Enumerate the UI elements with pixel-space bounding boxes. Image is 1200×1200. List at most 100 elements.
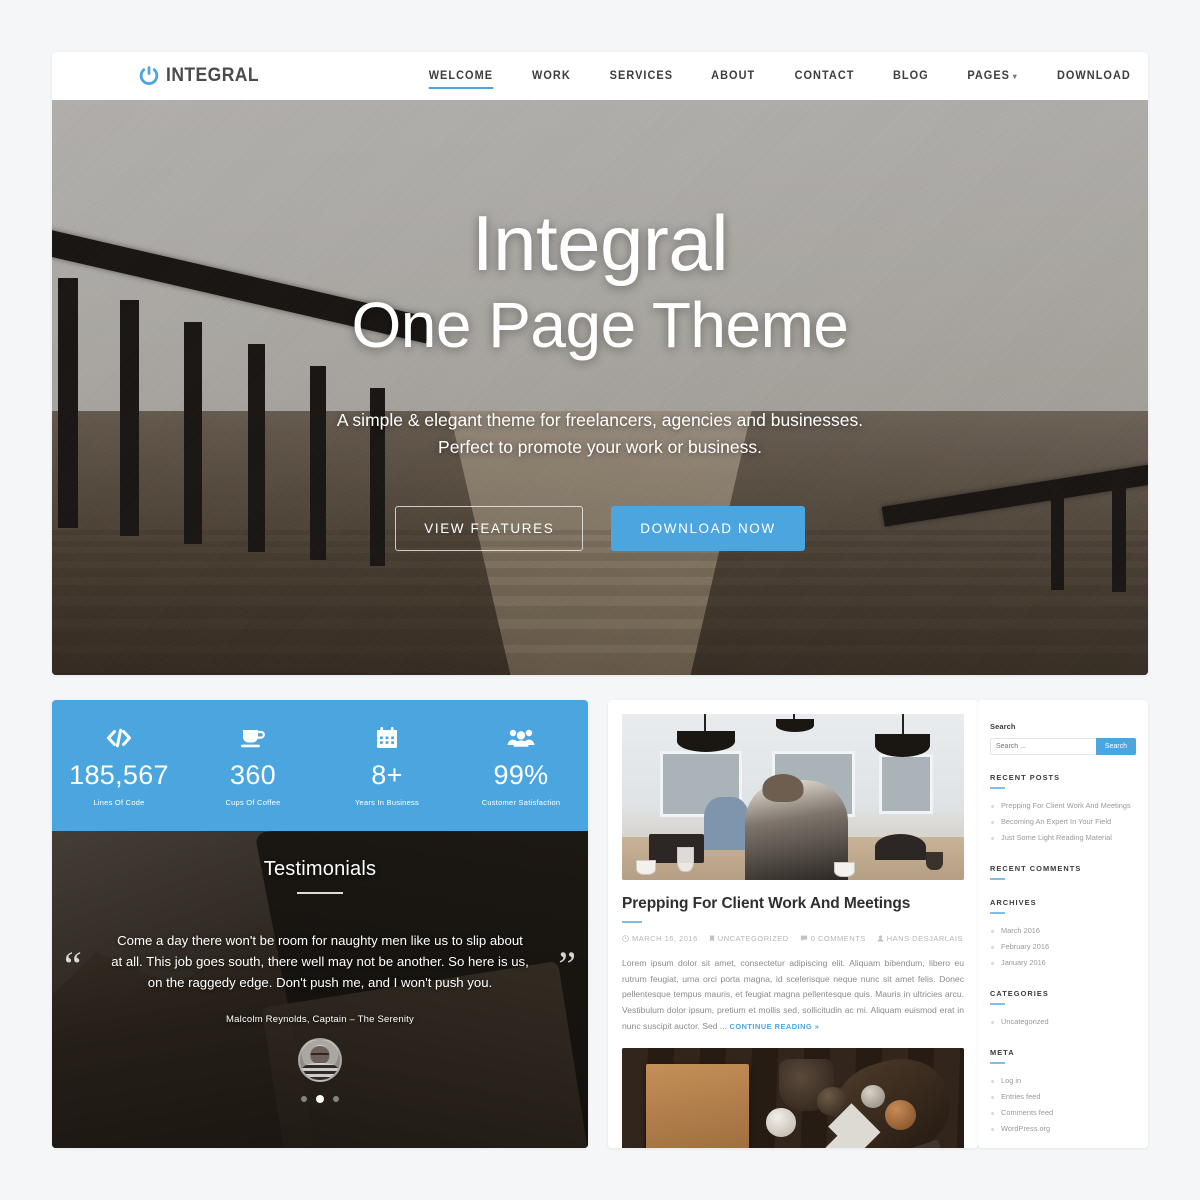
calendar-icon: [320, 725, 454, 751]
nav-item-services[interactable]: SERVICES: [592, 70, 690, 82]
stat-label: Customer Satisfaction: [481, 797, 561, 807]
stat-customer-satisfaction: 99% Customer Satisfaction: [454, 725, 588, 807]
continue-reading-link[interactable]: CONTINUE READING »: [729, 1022, 819, 1031]
list-item[interactable]: Uncategorized: [990, 1014, 1136, 1030]
stat-label: Years In Business: [354, 797, 419, 807]
page-root: INTEGRAL WELCOME WORK SERVICES ABOUT CON…: [0, 0, 1200, 1200]
archives-list: March 2016 February 2016 January 2016: [990, 923, 1136, 971]
excerpt-text: Lorem ipsum dolor sit amet, consectetur …: [622, 958, 964, 1031]
nav-label: WELCOME: [428, 70, 494, 82]
stat-years-in-business: 8+ Years In Business: [320, 725, 454, 807]
view-features-button[interactable]: VIEW FEATURES: [395, 506, 584, 552]
post-category[interactable]: UNCATEGORIZED: [709, 934, 789, 943]
carousel-dots: [110, 1094, 530, 1103]
hero-subtitle-line1: A simple & elegant theme for freelancers…: [336, 409, 864, 430]
widget-underline: [990, 787, 1005, 789]
nav-item-about[interactable]: ABOUT: [694, 70, 772, 82]
left-column-card: 185,567 Lines Of Code 360 Cups Of Coffee…: [52, 700, 588, 1148]
search-label: Search: [990, 722, 1016, 731]
nav-label: WORK: [531, 70, 571, 82]
comment-icon: [800, 935, 807, 942]
list-item[interactable]: Comments feed: [990, 1105, 1136, 1121]
post-featured-image[interactable]: [622, 714, 964, 880]
widget-underline: [990, 1003, 1005, 1005]
hero-buttons: VIEW FEATURES DOWNLOAD NOW: [52, 506, 1148, 552]
list-item[interactable]: February 2016: [990, 939, 1136, 955]
list-item[interactable]: Prepping For Client Work And Meetings: [990, 798, 1136, 814]
categories-list: Uncategorized: [990, 1014, 1136, 1030]
meta-comments-text: 0 COMMENTS: [810, 934, 866, 943]
clock-icon: [622, 935, 629, 942]
carousel-dot-3[interactable]: [333, 1095, 339, 1102]
testimonial-text: Come a day there won't be room for naugh…: [111, 932, 529, 991]
search-input[interactable]: [990, 738, 1096, 755]
avatar: [298, 1037, 342, 1082]
nav-item-welcome[interactable]: WELCOME: [412, 70, 511, 89]
carousel-dot-1[interactable]: [301, 1095, 307, 1102]
stat-value: 360: [230, 759, 276, 790]
list-item[interactable]: January 2016: [990, 955, 1136, 971]
meta-category-text: UNCATEGORIZED: [717, 934, 789, 943]
post-excerpt: Lorem ipsum dolor sit amet, consectetur …: [622, 956, 964, 1034]
hero-section: Integral One Page Theme A simple & elega…: [52, 100, 1148, 675]
site-logo[interactable]: INTEGRAL: [138, 65, 267, 87]
widget-heading-categories: CATEGORIES: [990, 989, 1049, 998]
list-item[interactable]: Entries feed: [990, 1089, 1136, 1105]
nav-item-blog[interactable]: BLOG: [876, 70, 946, 82]
nav-item-work[interactable]: WORK: [515, 70, 588, 82]
testimonials-content: Testimonials “ ” Come a day there won't …: [52, 831, 588, 1103]
stat-label: Cups Of Coffee: [225, 797, 281, 807]
title-underline: [297, 892, 343, 894]
hero-card: INTEGRAL WELCOME WORK SERVICES ABOUT CON…: [52, 52, 1148, 675]
meta-author-text: HANS DESJARLAIS: [886, 934, 964, 943]
nav-label: BLOG: [892, 70, 929, 82]
chevron-down-icon: ▾: [1012, 72, 1018, 81]
stat-lines-of-code: 185,567 Lines Of Code: [52, 725, 186, 807]
hero-subtitle-line2: Perfect to promote your work or business…: [438, 437, 762, 458]
nav-item-contact[interactable]: CONTACT: [777, 70, 871, 82]
nav-item-pages[interactable]: PAGES ▾: [950, 70, 1035, 82]
search-form: Search: [990, 738, 1136, 755]
quote-close-icon: ”: [558, 942, 576, 988]
nav-item-download[interactable]: DOWNLOAD: [1039, 70, 1147, 82]
logo-text: INTEGRAL: [166, 65, 260, 86]
nav-menu: WELCOME WORK SERVICES ABOUT CONTACT BLOG…: [409, 70, 1148, 89]
stat-label: Lines Of Code: [93, 797, 145, 807]
meta-date-text: MARCH 16, 2016: [632, 934, 698, 943]
main-navbar: INTEGRAL WELCOME WORK SERVICES ABOUT CON…: [52, 52, 1148, 100]
widget-heading-recent-posts: RECENT POSTS: [990, 773, 1061, 782]
list-item[interactable]: WordPress.org: [990, 1121, 1136, 1137]
widget-underline: [990, 878, 1005, 880]
list-item[interactable]: Log in: [990, 1073, 1136, 1089]
post-comments[interactable]: 0 COMMENTS: [800, 934, 866, 943]
hero-title-line1: Integral: [471, 199, 729, 287]
testimonials-section: Testimonials “ ” Come a day there won't …: [52, 831, 588, 1148]
post-date: MARCH 16, 2016: [622, 934, 698, 943]
search-button[interactable]: Search: [1095, 738, 1136, 755]
second-post-image[interactable]: [622, 1048, 964, 1148]
blog-sidebar: Search Search RECENT POSTS Prepping For …: [978, 700, 1148, 1148]
nav-label: ABOUT: [711, 70, 756, 82]
stat-value: 99%: [493, 759, 549, 790]
post-title[interactable]: Prepping For Client Work And Meetings: [622, 895, 964, 913]
list-item[interactable]: Becoming An Expert In Your Field: [990, 814, 1136, 830]
quote-open-icon: “: [64, 942, 82, 988]
nav-label: DOWNLOAD: [1056, 70, 1131, 82]
carousel-dot-2[interactable]: [316, 1094, 324, 1103]
nav-label: CONTACT: [794, 70, 855, 82]
power-icon: [139, 66, 159, 85]
widget-underline: [990, 1062, 1005, 1064]
widget-heading-recent-comments: RECENT COMMENTS: [990, 864, 1082, 873]
post-title-underline: [622, 921, 642, 923]
post-author[interactable]: HANS DESJARLAIS: [877, 934, 963, 943]
stats-bar: 185,567 Lines Of Code 360 Cups Of Coffee…: [52, 700, 588, 831]
hero-content: Integral One Page Theme A simple & elega…: [52, 100, 1148, 552]
post-meta: MARCH 16, 2016 UNCATEGORIZED 0 COMMENTS …: [622, 934, 964, 943]
download-now-button[interactable]: DOWNLOAD NOW: [611, 506, 805, 552]
nav-label: SERVICES: [609, 70, 673, 82]
list-item[interactable]: Just Some Light Reading Material: [990, 830, 1136, 846]
code-icon: [52, 725, 186, 751]
coffee-cup-icon: [186, 725, 320, 751]
widget-heading-archives: ARCHIVES: [990, 898, 1037, 907]
list-item[interactable]: March 2016: [990, 923, 1136, 939]
